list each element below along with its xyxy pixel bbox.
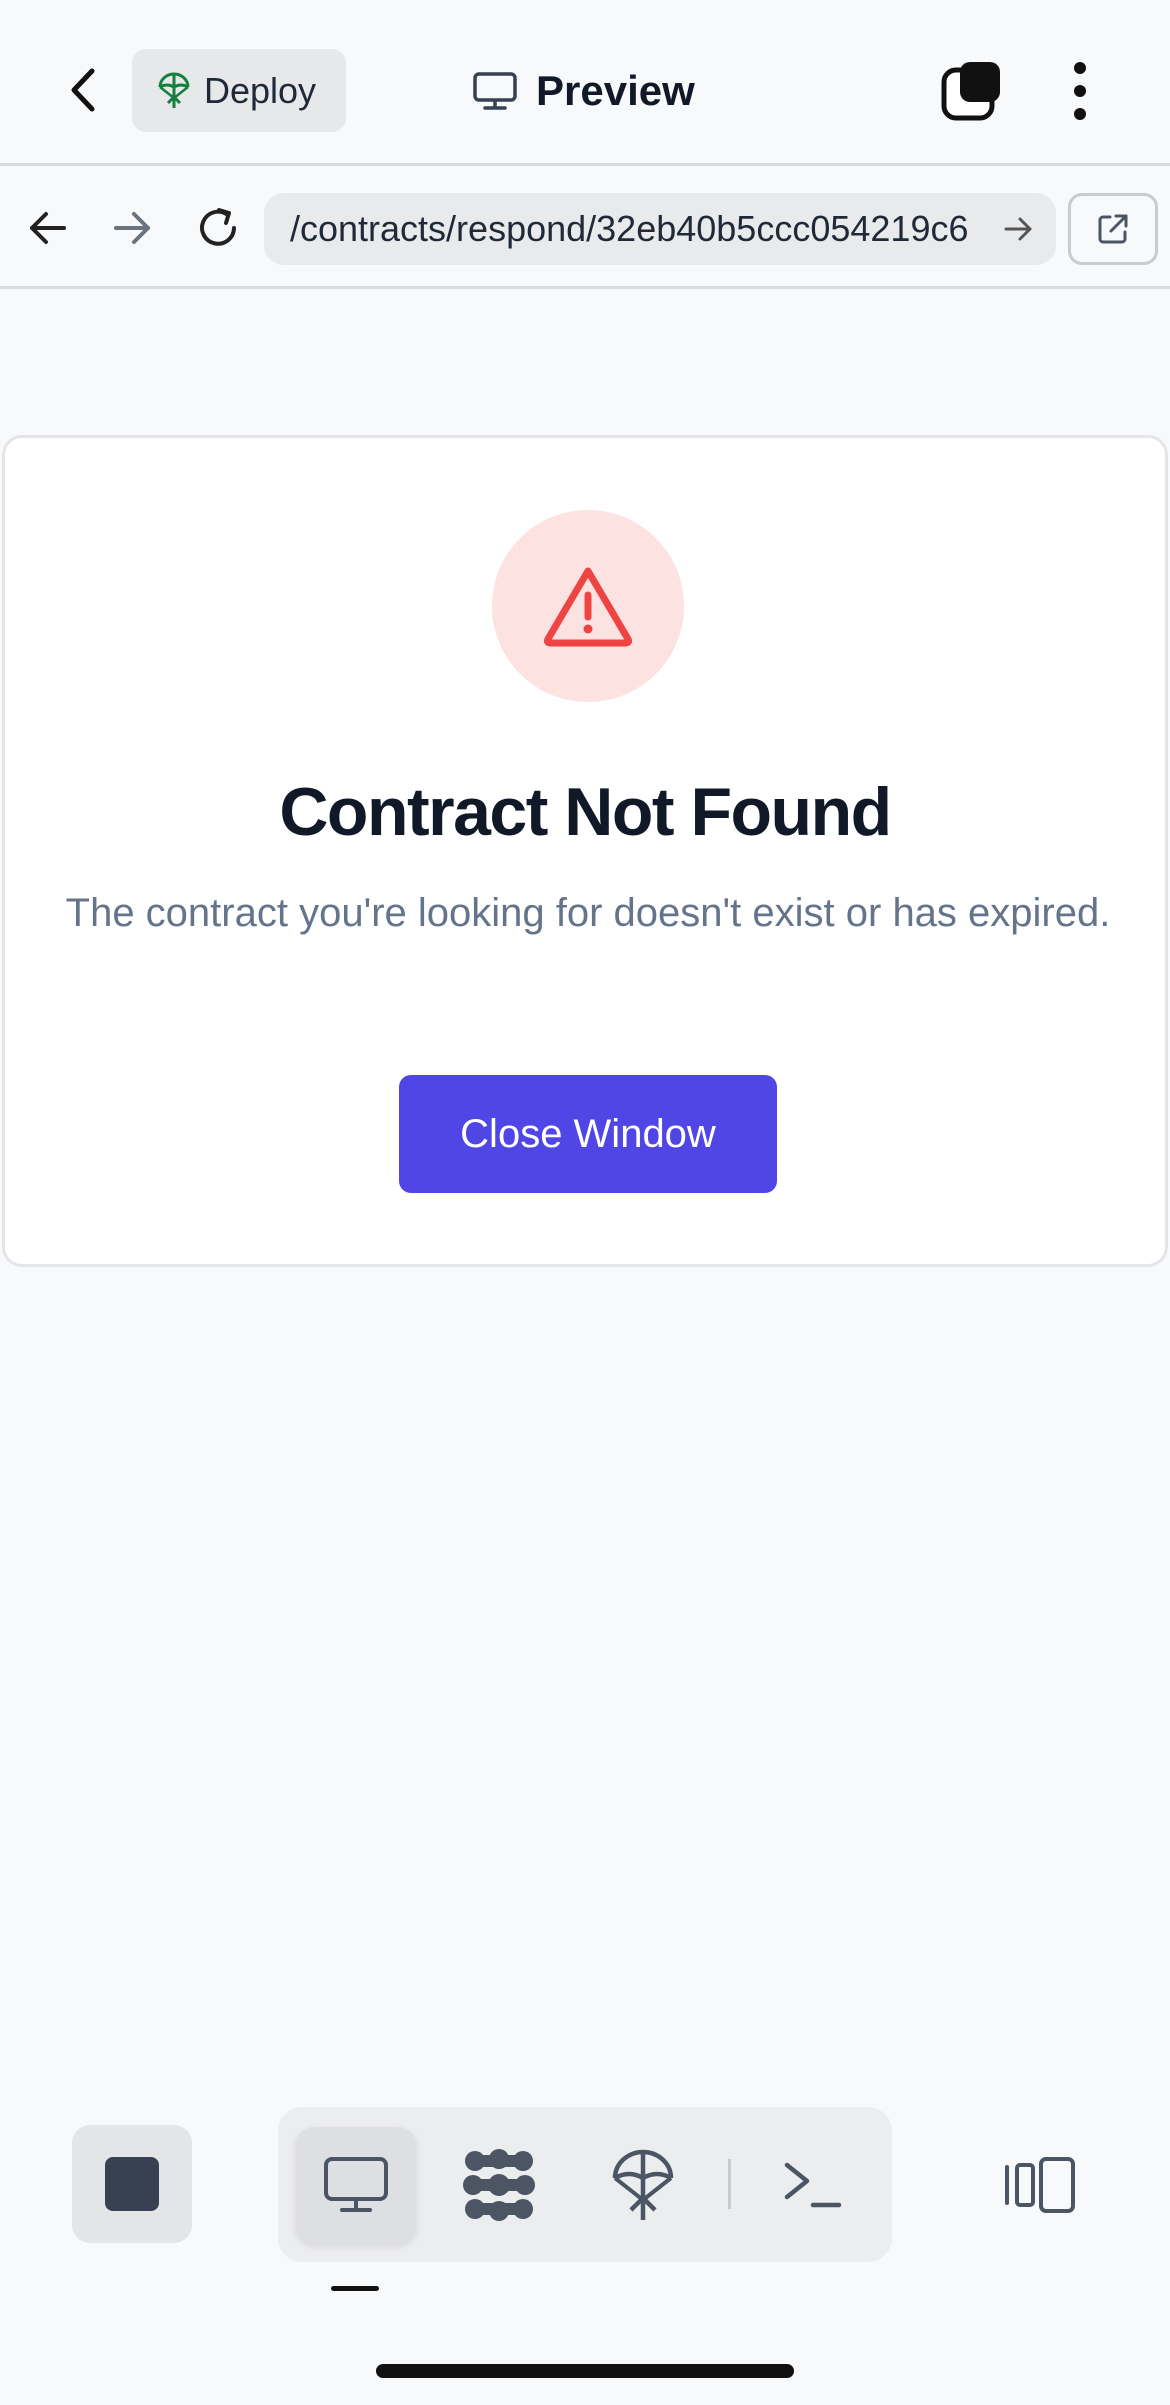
mode-switcher [278, 2107, 892, 2262]
deploy-mode-button[interactable] [583, 2127, 703, 2243]
deploy-button[interactable]: Deploy [132, 49, 346, 132]
tabs-icon [941, 62, 1000, 121]
url-field[interactable]: /contracts/respond/32eb40b5ccc054219c6 [264, 193, 1056, 265]
browser-back-button[interactable] [18, 198, 78, 258]
layout-toggle-button[interactable] [1000, 2152, 1080, 2218]
stop-icon [105, 2157, 159, 2211]
terminal-mode-button[interactable] [753, 2127, 873, 2243]
preview-tab-title: Preview [472, 58, 695, 124]
stop-button[interactable] [72, 2125, 192, 2243]
mode-divider [728, 2159, 731, 2209]
tabs-button[interactable] [938, 58, 1008, 124]
external-link-icon [1098, 214, 1128, 244]
split-layout-icon [1005, 2157, 1075, 2213]
error-message: The contract you're looking for doesn't … [65, 891, 1111, 935]
kebab-menu-icon [1074, 62, 1086, 74]
warning-triangle-icon [543, 567, 633, 647]
monitor-icon [324, 2157, 388, 2212]
workflow-mode-button[interactable] [439, 2127, 559, 2243]
preview-label: Preview [536, 67, 695, 114]
home-indicator [376, 2364, 794, 2378]
url-text: /contracts/respond/32eb40b5ccc054219c6 [290, 208, 969, 249]
arrow-right-icon [114, 212, 150, 244]
browser-bar: /contracts/respond/32eb40b5ccc054219c6 [0, 169, 1170, 289]
app-bar: Deploy Preview [0, 0, 1170, 166]
warning-badge [492, 510, 684, 702]
deploy-parachute-icon [612, 2149, 674, 2220]
active-mode-indicator [331, 2286, 379, 2291]
back-button[interactable] [52, 58, 116, 122]
browser-forward-button[interactable] [102, 198, 162, 258]
close-window-button[interactable]: Close Window [399, 1075, 777, 1193]
reload-button[interactable] [188, 198, 248, 258]
more-menu-button[interactable] [1050, 58, 1110, 124]
reload-icon [200, 208, 236, 246]
workflow-icon [463, 2149, 535, 2221]
deploy-parachute-icon [158, 72, 190, 108]
go-arrow-icon[interactable] [1000, 211, 1036, 247]
arrow-left-icon [30, 212, 66, 244]
terminal-icon [784, 2162, 842, 2208]
chevron-left-icon [71, 68, 95, 112]
error-card: Contract Not Found The contract you're l… [2, 435, 1168, 1267]
preview-mode-button[interactable] [296, 2127, 416, 2243]
monitor-icon [473, 72, 517, 110]
deploy-label: Deploy [204, 69, 317, 111]
open-external-button[interactable] [1068, 193, 1158, 265]
error-title: Contract Not Found [279, 774, 892, 850]
